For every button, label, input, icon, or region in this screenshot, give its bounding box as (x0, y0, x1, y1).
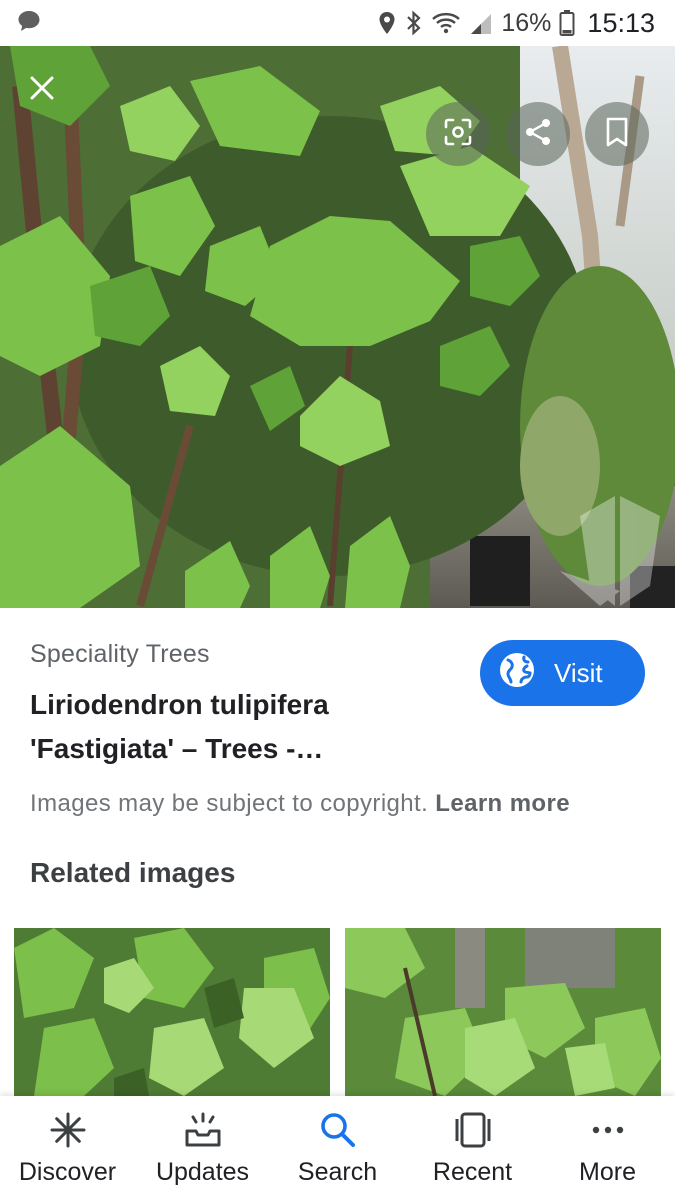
nav-discover[interactable]: Discover (0, 1096, 135, 1200)
learn-more-link[interactable]: Learn more (435, 790, 570, 817)
bottom-navigation: Discover Updates Search Recent More (0, 1096, 675, 1200)
nav-recent[interactable]: Recent (405, 1096, 540, 1200)
nav-label-more: More (579, 1158, 636, 1186)
search-icon (319, 1110, 357, 1150)
result-title[interactable]: Liriodendron tulipifera 'Fastigiata' – T… (30, 683, 430, 771)
bookmark-button[interactable] (585, 102, 649, 166)
bookmark-icon (604, 116, 630, 153)
location-icon (377, 10, 397, 36)
clock: 15:13 (587, 7, 655, 38)
bluetooth-icon (405, 10, 423, 36)
signal-icon (469, 10, 493, 36)
copyright-text: Images may be subject to copyright. (30, 790, 429, 817)
related-image-thumbnail[interactable] (345, 928, 661, 1096)
visit-label: Visit (554, 657, 603, 688)
battery-icon (559, 9, 575, 37)
recent-icon (453, 1110, 493, 1150)
visit-button[interactable]: Visit (480, 640, 645, 706)
share-button[interactable] (506, 102, 570, 166)
lens-icon (442, 116, 474, 153)
message-icon (16, 8, 42, 39)
related-image-thumbnail[interactable] (14, 928, 330, 1096)
nav-label-search: Search (297, 1158, 378, 1186)
globe-icon (498, 651, 536, 696)
tulip-tree-foliage-image (0, 46, 675, 608)
battery-percent: 16% (501, 8, 552, 37)
nav-label-recent: Recent (432, 1158, 513, 1186)
related-images-heading: Related images (30, 857, 236, 888)
wifi-icon (431, 10, 461, 36)
nav-more[interactable]: More (540, 1096, 675, 1200)
related-foliage-image (14, 928, 330, 1096)
lens-button[interactable] (426, 102, 490, 166)
copyright-notice: Images may be subject to copyright. Lear… (30, 790, 570, 818)
share-icon (522, 116, 554, 153)
close-button[interactable] (14, 62, 70, 118)
more-icon (589, 1110, 627, 1150)
nav-label-discover: Discover (18, 1158, 117, 1186)
nav-updates[interactable]: Updates (135, 1096, 270, 1200)
status-bar: 16% 15:13 (0, 0, 675, 46)
nav-label-updates: Updates (155, 1158, 250, 1186)
nav-search[interactable]: Search (270, 1096, 405, 1200)
close-icon (29, 75, 55, 106)
related-foliage-image (345, 928, 661, 1096)
asterisk-icon (49, 1110, 87, 1150)
preview-image[interactable] (0, 46, 675, 608)
updates-icon (183, 1110, 223, 1150)
